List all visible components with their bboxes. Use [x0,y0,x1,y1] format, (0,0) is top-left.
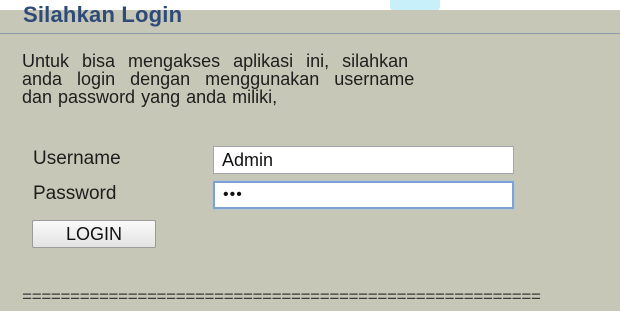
username-label: Username [33,148,121,169]
intro-line: Untuk bisa mengakses aplikasi ini, silah… [22,51,409,71]
password-input[interactable] [213,181,514,209]
username-input[interactable] [213,146,514,174]
intro-line: dan password yang anda miliki, [22,87,278,107]
password-label: Password [33,183,117,204]
intro-text: Untuk bisa mengakses aplikasi ini, silah… [22,52,620,106]
login-button[interactable]: LOGIN [32,220,156,248]
login-panel: Silahkan Login Untuk bisa mengakses apli… [0,2,620,311]
intro-line: anda login dengan menggunakan username [22,69,415,89]
heading-bar: Silahkan Login [0,2,620,34]
page-title: Silahkan Login [23,2,183,27]
divider-line: ========================================… [22,290,541,307]
